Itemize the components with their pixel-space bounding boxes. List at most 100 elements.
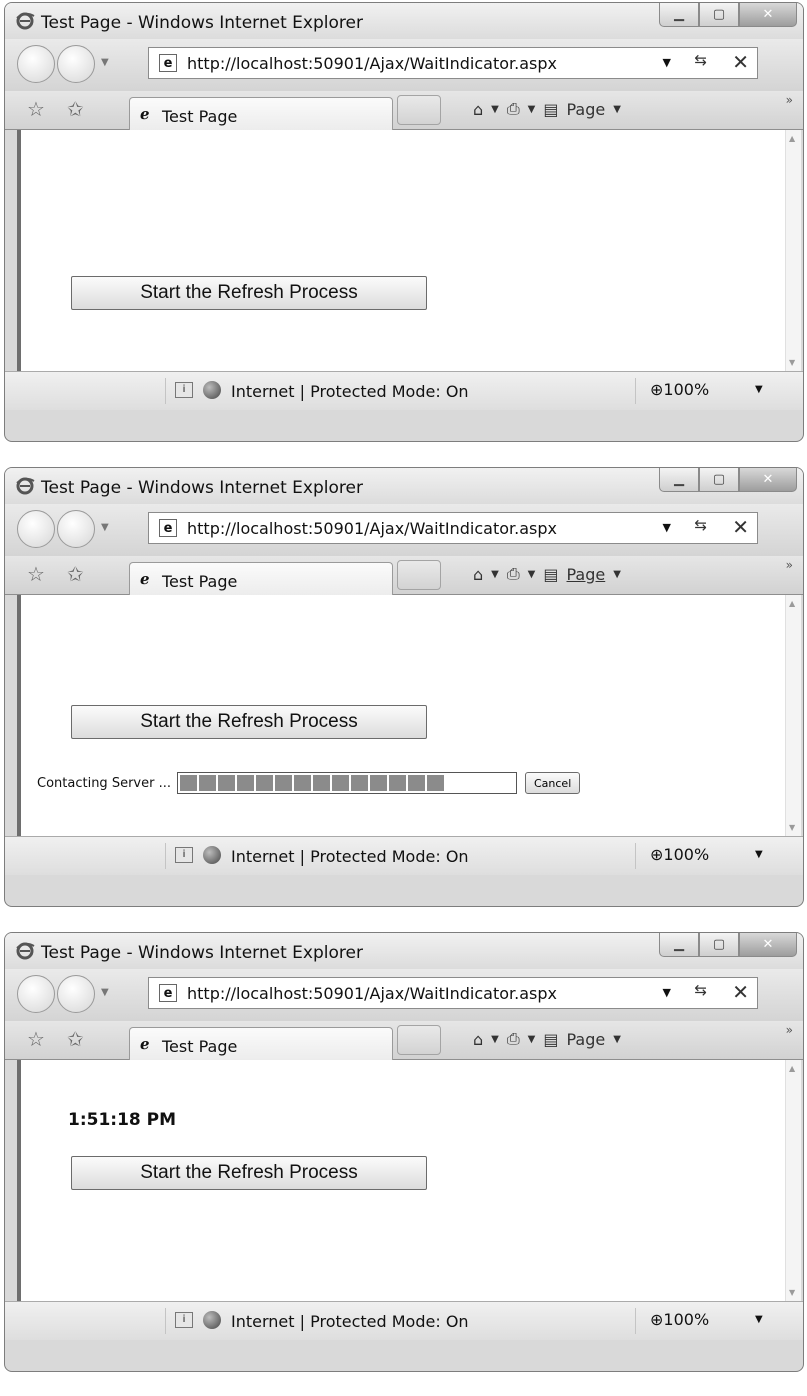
zoom-level[interactable]: ⊕100% [650, 1310, 709, 1329]
status-separator [165, 843, 166, 869]
refresh-icon[interactable]: ⇆ [694, 51, 707, 69]
browser-window-completed: Test Page - Windows Internet Explorer ▁ … [4, 932, 804, 1372]
maximize-button[interactable]: ▢ [699, 468, 739, 492]
favorites-star-icon[interactable]: ☆ [27, 562, 45, 586]
maximize-button[interactable]: ▢ [699, 3, 739, 27]
print-icon[interactable]: ⎙ [507, 99, 520, 119]
minimize-button[interactable]: ▁ [659, 3, 699, 27]
history-dropdown-icon[interactable]: ▼ [101, 987, 109, 998]
add-favorites-icon[interactable]: ✩ [67, 1027, 84, 1051]
zoom-level[interactable]: ⊕100% [650, 380, 709, 399]
address-row: ▼ e http://localhost:50901/Ajax/WaitIndi… [5, 39, 803, 91]
favorites-star-icon[interactable]: ☆ [27, 1027, 45, 1051]
start-refresh-button[interactable]: Start the Refresh Process [71, 1156, 427, 1190]
zoom-level[interactable]: ⊕100% [650, 845, 709, 864]
scroll-down-icon[interactable]: ▼ [789, 1288, 795, 1297]
tab-test-page[interactable]: ℯ Test Page [129, 1027, 393, 1061]
security-zone[interactable]: Internet | Protected Mode: On [231, 847, 469, 866]
maximize-button[interactable]: ▢ [699, 933, 739, 957]
page-dropdown-icon[interactable]: ▼ [613, 569, 621, 580]
history-dropdown-icon[interactable]: ▼ [101, 57, 109, 68]
print-dropdown-icon[interactable]: ▼ [528, 104, 536, 115]
scroll-down-icon[interactable]: ▼ [789, 823, 795, 832]
more-chevron-icon[interactable]: » [786, 93, 793, 107]
cancel-button[interactable]: Cancel [524, 772, 581, 794]
more-chevron-icon[interactable]: » [786, 558, 793, 572]
print-dropdown-icon[interactable]: ▼ [528, 1034, 536, 1045]
title-bar[interactable]: Test Page - Windows Internet Explorer ▁ … [5, 3, 803, 39]
stop-icon[interactable]: ✕ [732, 515, 749, 539]
scroll-up-icon[interactable]: ▲ [789, 134, 795, 143]
refresh-icon[interactable]: ⇆ [694, 516, 707, 534]
print-icon[interactable]: ⎙ [507, 1029, 520, 1049]
home-dropdown-icon[interactable]: ▼ [491, 1034, 499, 1045]
refresh-icon[interactable]: ⇆ [694, 981, 707, 999]
page-dropdown-icon[interactable]: ▼ [613, 1034, 621, 1045]
minimize-button[interactable]: ▁ [659, 468, 699, 492]
security-icon[interactable]: i [175, 1312, 193, 1328]
vertical-scrollbar[interactable]: ▲ ▼ [785, 595, 801, 836]
vertical-scrollbar[interactable]: ▲ ▼ [785, 130, 801, 371]
forward-button[interactable] [57, 510, 95, 548]
back-button[interactable] [17, 510, 55, 548]
address-bar[interactable]: e http://localhost:50901/Ajax/WaitIndica… [148, 977, 758, 1009]
address-dropdown-icon[interactable]: ▼ [663, 986, 671, 999]
zoom-dropdown-icon[interactable]: ▼ [755, 1314, 763, 1325]
security-icon[interactable]: i [175, 847, 193, 863]
forward-button[interactable] [57, 975, 95, 1013]
minimize-button[interactable]: ▁ [659, 933, 699, 957]
home-dropdown-icon[interactable]: ▼ [491, 104, 499, 115]
security-icon[interactable]: i [175, 382, 193, 398]
more-chevron-icon[interactable]: » [786, 1023, 793, 1037]
address-bar[interactable]: e http://localhost:50901/Ajax/WaitIndica… [148, 47, 758, 79]
back-button[interactable] [17, 975, 55, 1013]
scroll-up-icon[interactable]: ▲ [789, 1064, 795, 1073]
title-bar[interactable]: Test Page - Windows Internet Explorer ▁ … [5, 468, 803, 504]
address-url[interactable]: http://localhost:50901/Ajax/WaitIndicato… [187, 984, 557, 1003]
forward-button[interactable] [57, 45, 95, 83]
home-dropdown-icon[interactable]: ▼ [491, 569, 499, 580]
back-button[interactable] [17, 45, 55, 83]
address-dropdown-icon[interactable]: ▼ [663, 521, 671, 534]
tab-test-page[interactable]: ℯ Test Page [129, 562, 393, 596]
close-button[interactable]: ✕ [739, 3, 797, 27]
security-zone[interactable]: Internet | Protected Mode: On [231, 1312, 469, 1331]
close-button[interactable]: ✕ [739, 933, 797, 957]
new-tab-button[interactable] [397, 95, 441, 125]
stop-icon[interactable]: ✕ [732, 980, 749, 1004]
address-url[interactable]: http://localhost:50901/Ajax/WaitIndicato… [187, 54, 557, 73]
page-menu[interactable]: Page [567, 100, 606, 119]
scroll-up-icon[interactable]: ▲ [789, 599, 795, 608]
progress-block [255, 775, 273, 791]
security-zone[interactable]: Internet | Protected Mode: On [231, 382, 469, 401]
favorites-row: ☆ ✩ ℯ Test Page ⌂ ▼ ⎙ ▼ ▤ Page ▼ » [5, 1021, 803, 1061]
add-favorites-icon[interactable]: ✩ [67, 562, 84, 586]
history-dropdown-icon[interactable]: ▼ [101, 522, 109, 533]
start-refresh-button[interactable]: Start the Refresh Process [71, 705, 427, 739]
page-menu[interactable]: Page [567, 565, 606, 584]
scroll-down-icon[interactable]: ▼ [789, 358, 795, 367]
close-button[interactable]: ✕ [739, 468, 797, 492]
print-dropdown-icon[interactable]: ▼ [528, 569, 536, 580]
zoom-dropdown-icon[interactable]: ▼ [755, 849, 763, 860]
page-menu[interactable]: Page [567, 1030, 606, 1049]
home-icon[interactable]: ⌂ [473, 1030, 483, 1049]
new-tab-button[interactable] [397, 1025, 441, 1055]
print-icon[interactable]: ⎙ [507, 564, 520, 584]
tab-test-page[interactable]: ℯ Test Page [129, 97, 393, 131]
progress-fill [179, 775, 444, 791]
new-tab-button[interactable] [397, 560, 441, 590]
address-bar[interactable]: e http://localhost:50901/Ajax/WaitIndica… [148, 512, 758, 544]
page-dropdown-icon[interactable]: ▼ [613, 104, 621, 115]
address-url[interactable]: http://localhost:50901/Ajax/WaitIndicato… [187, 519, 557, 538]
zoom-dropdown-icon[interactable]: ▼ [755, 384, 763, 395]
home-icon[interactable]: ⌂ [473, 565, 483, 584]
vertical-scrollbar[interactable]: ▲ ▼ [785, 1060, 801, 1301]
address-dropdown-icon[interactable]: ▼ [663, 56, 671, 69]
start-refresh-button[interactable]: Start the Refresh Process [71, 276, 427, 310]
home-icon[interactable]: ⌂ [473, 100, 483, 119]
add-favorites-icon[interactable]: ✩ [67, 97, 84, 121]
stop-icon[interactable]: ✕ [732, 50, 749, 74]
favorites-star-icon[interactable]: ☆ [27, 97, 45, 121]
title-bar[interactable]: Test Page - Windows Internet Explorer ▁ … [5, 933, 803, 969]
